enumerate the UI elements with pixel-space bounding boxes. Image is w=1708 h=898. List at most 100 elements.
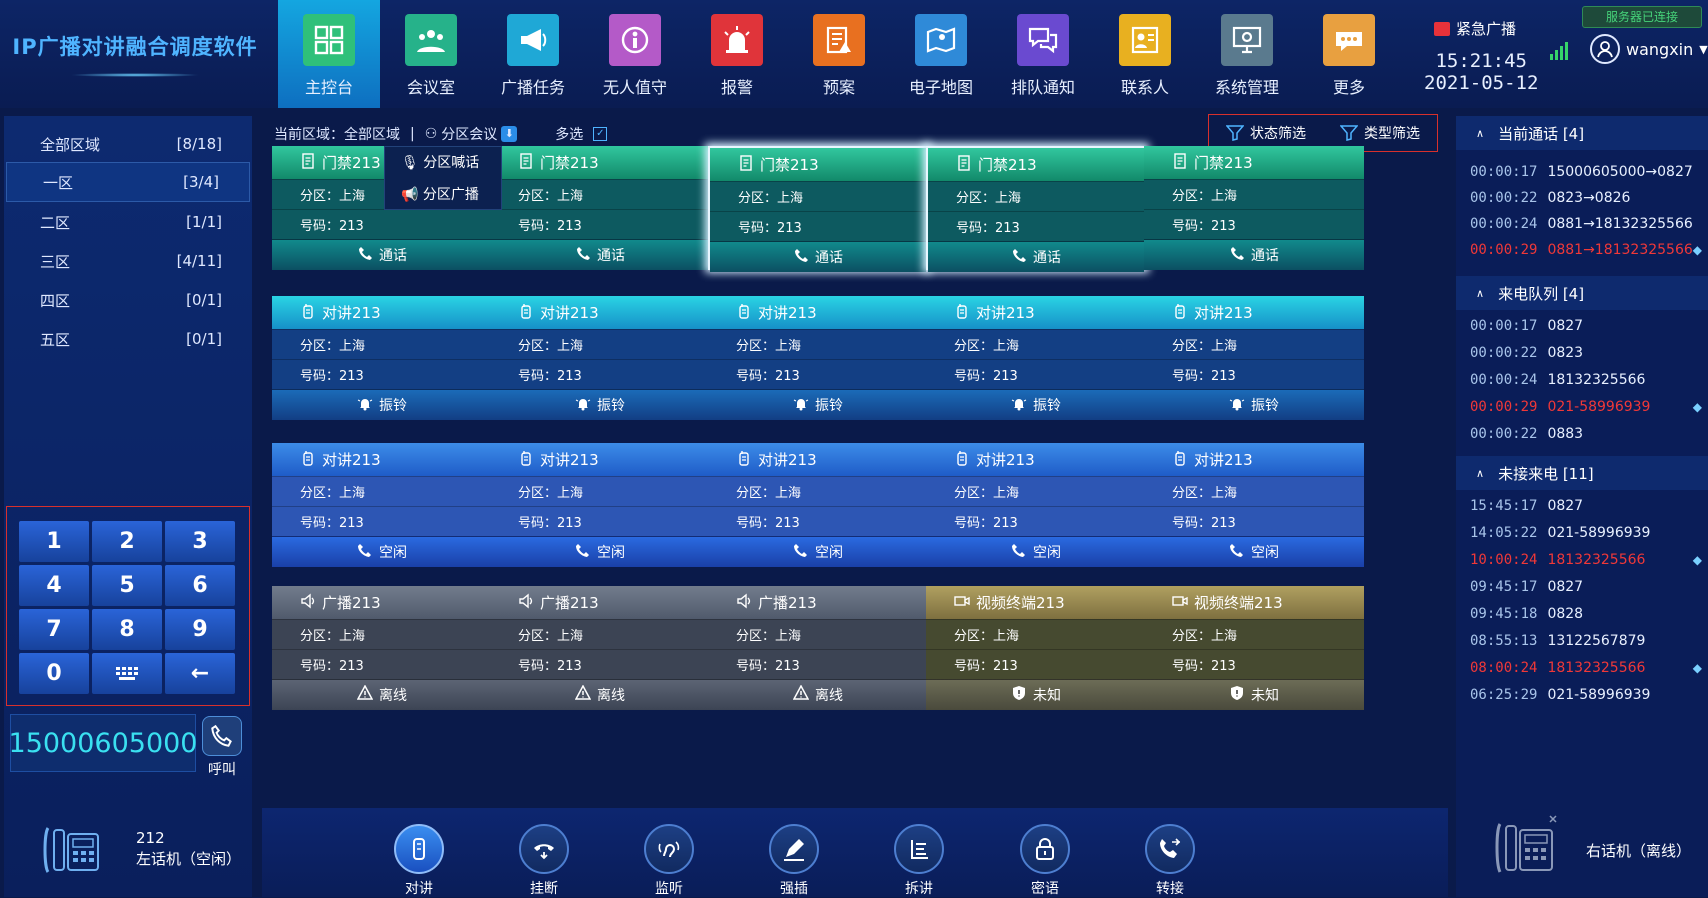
call-button[interactable] [202, 716, 242, 756]
nav-item-grid[interactable]: 主控台 [278, 0, 380, 108]
action-lock-button[interactable]: 密语 [1010, 824, 1080, 898]
device-card[interactable]: 视频终端213 分区：上海 号码：213 未知 [1144, 586, 1364, 710]
nav-item-map[interactable]: 电子地图 [890, 0, 992, 108]
zone-item[interactable]: 三区 [4/11] [4, 241, 252, 281]
action-hangup-button[interactable]: 挂断 [509, 824, 579, 898]
call-list-item[interactable]: 08:00:24 18132325566 ◆ [1470, 654, 1706, 681]
device-status-button[interactable]: 离线 [272, 679, 492, 710]
device-status-button[interactable]: 空闲 [926, 536, 1146, 567]
device-card[interactable]: 对讲213 分区：上海 号码：213 振铃 [272, 296, 492, 420]
key-9[interactable]: 9 [165, 609, 235, 650]
call-list-item[interactable]: 14:05:22 021-58996939 [1470, 519, 1706, 546]
nav-item-meeting[interactable]: 会议室 [380, 0, 482, 108]
key-7[interactable]: 7 [19, 609, 89, 650]
call-list-item[interactable]: 00:00:22 0883 [1470, 420, 1706, 447]
device-status-button[interactable]: 振铃 [272, 389, 492, 420]
device-card[interactable]: 对讲213 分区：上海 号码：213 振铃 [926, 296, 1146, 420]
section-current-calls[interactable]: ∧ 当前通话 [4] [1456, 116, 1708, 150]
nav-item-system[interactable]: 系统管理 [1196, 0, 1298, 108]
call-list-item[interactable]: 08:55:13 13122567879 [1470, 627, 1706, 654]
call-list-item[interactable]: 15:45:17 0827 [1470, 492, 1706, 519]
device-status-button[interactable]: 空闲 [272, 536, 492, 567]
call-list-item[interactable]: 09:45:18 0828 [1470, 600, 1706, 627]
menu-item-partition-shout[interactable]: 🎙 分区喊话 [385, 147, 501, 179]
device-card[interactable]: 对讲213 分区：上海 号码：213 空闲 [1144, 443, 1364, 567]
call-list-item[interactable]: 00:00:22 0823 [1470, 339, 1706, 366]
device-card[interactable]: 对讲213 分区：上海 号码：213 空闲 [926, 443, 1146, 567]
device-card[interactable]: 对讲213 分区：上海 号码：213 空闲 [490, 443, 710, 567]
key-1[interactable]: 1 [19, 521, 89, 562]
device-status-button[interactable]: 空闲 [490, 536, 710, 567]
device-status-button[interactable]: 通话 [490, 239, 710, 270]
nav-item-plan[interactable]: 预案 [788, 0, 890, 108]
emergency-broadcast-button[interactable]: 紧急广播 [1434, 18, 1516, 39]
type-filter-button[interactable]: 类型筛选 [1340, 123, 1420, 143]
device-status-button[interactable]: 通话 [1144, 239, 1364, 270]
backspace-key[interactable]: ← [165, 653, 235, 694]
device-status-button[interactable]: 振铃 [926, 389, 1146, 420]
call-list-item[interactable]: 00:00:29 0881→18132325566 ◆ [1470, 236, 1706, 263]
device-card[interactable]: 对讲213 分区：上海 号码：213 空闲 [272, 443, 492, 567]
device-status-button[interactable]: 通话 [710, 241, 926, 272]
device-status-button[interactable]: 空闲 [1144, 536, 1364, 567]
call-list-item[interactable]: 00:00:29 021-58996939 ◆ [1470, 393, 1706, 420]
device-status-button[interactable]: 未知 [1144, 679, 1364, 710]
action-intercom-button[interactable]: 对讲 [384, 824, 454, 898]
section-missed-calls[interactable]: ∧ 未接来电 [11] [1456, 456, 1708, 490]
zone-item[interactable]: 五区 [0/1] [4, 319, 252, 359]
call-list-item[interactable]: 09:45:17 0827 [1470, 573, 1706, 600]
device-card[interactable]: 门禁213 分区：上海 号码：213 通话 [926, 146, 1146, 272]
device-card[interactable]: 广播213 分区：上海 号码：213 离线 [708, 586, 928, 710]
action-listen-button[interactable]: 监听 [634, 824, 704, 898]
partition-meeting-dropdown[interactable]: ⚇ 分区会议 ⬇ [425, 124, 518, 144]
device-card[interactable]: 对讲213 分区：上海 号码：213 空闲 [708, 443, 928, 567]
device-card[interactable]: 门禁213 分区：上海 号码：213 通话 [490, 146, 710, 270]
device-card[interactable]: 视频终端213 分区：上海 号码：213 未知 [926, 586, 1146, 710]
device-status-button[interactable]: 振铃 [708, 389, 928, 420]
device-card[interactable]: 对讲213 分区：上海 号码：213 振铃 [1144, 296, 1364, 420]
call-list-item[interactable]: 06:25:29 021-58996939 [1470, 681, 1706, 708]
key-3[interactable]: 3 [165, 521, 235, 562]
device-status-button[interactable]: 振铃 [490, 389, 710, 420]
keypad-icon[interactable] [92, 653, 162, 694]
multi-select-checkbox[interactable]: ✓ [593, 127, 608, 141]
call-list-item[interactable]: 00:00:24 18132325566 [1470, 366, 1706, 393]
device-status-button[interactable]: 空闲 [708, 536, 928, 567]
device-card[interactable]: 对讲213 分区：上海 号码：213 振铃 [708, 296, 928, 420]
key-5[interactable]: 5 [92, 565, 162, 606]
nav-item-megaphone[interactable]: 广播任务 [482, 0, 584, 108]
action-pen-button[interactable]: 强插 [759, 824, 829, 898]
device-status-button[interactable]: 通话 [928, 241, 1144, 272]
call-list-item[interactable]: 00:00:17 0827 [1470, 312, 1706, 339]
zone-item[interactable]: 四区 [0/1] [4, 280, 252, 320]
status-filter-button[interactable]: 状态筛选 [1226, 123, 1306, 143]
download-icon[interactable]: ⬇ [501, 126, 518, 142]
call-list-item[interactable]: 00:00:24 0881→18132325566 [1470, 210, 1706, 237]
zone-item[interactable]: 二区 [1/1] [4, 202, 252, 242]
nav-item-queue[interactable]: 排队通知 [992, 0, 1094, 108]
call-list-item[interactable]: 00:00:22 0823→0826 [1470, 184, 1706, 211]
key-8[interactable]: 8 [92, 609, 162, 650]
device-status-button[interactable]: 离线 [490, 679, 710, 710]
menu-item-partition-broadcast[interactable]: 📢 分区广播 [385, 179, 501, 211]
nav-item-unattended[interactable]: 无人值守 [584, 0, 686, 108]
call-list-item[interactable]: 10:00:24 18132325566 ◆ [1470, 546, 1706, 573]
nav-item-more[interactable]: 更多 [1298, 0, 1400, 108]
device-status-button[interactable]: 未知 [926, 679, 1146, 710]
dial-number-display[interactable]: 15000605000 [9, 714, 197, 772]
device-card[interactable]: 门禁213 分区：上海 号码：213 通话 [708, 146, 928, 272]
key-4[interactable]: 4 [19, 565, 89, 606]
device-status-button[interactable]: 离线 [708, 679, 928, 710]
key-0[interactable]: 0 [19, 653, 89, 694]
device-status-button[interactable]: 通话 [272, 239, 492, 270]
action-split-button[interactable]: 拆讲 [884, 824, 954, 898]
user-menu[interactable]: wangxin ▼ [1590, 34, 1708, 64]
device-status-button[interactable]: 振铃 [1144, 389, 1364, 420]
device-card[interactable]: 广播213 分区：上海 号码：213 离线 [272, 586, 492, 710]
zone-item[interactable]: 全部区域 [8/18] [4, 124, 252, 164]
device-card[interactable]: 门禁213 分区：上海 号码：213 通话 [1144, 146, 1364, 270]
nav-item-alarm[interactable]: 报警 [686, 0, 788, 108]
zone-item[interactable]: 一区 [3/4] [6, 162, 250, 202]
device-card[interactable]: 对讲213 分区：上海 号码：213 振铃 [490, 296, 710, 420]
action-transfer-button[interactable]: 转接 [1135, 824, 1205, 898]
